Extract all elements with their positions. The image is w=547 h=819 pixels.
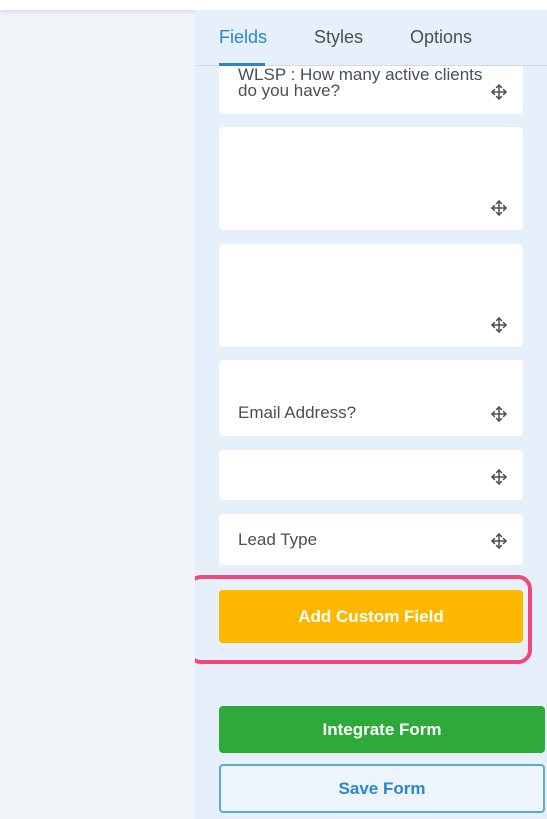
tab-fields[interactable]: Fields <box>219 27 267 48</box>
field-label-line2: do you have? <box>238 81 341 100</box>
field-card[interactable]: Email Address? <box>219 360 523 436</box>
move-icon[interactable] <box>490 532 508 550</box>
tab-options[interactable]: Options <box>410 27 472 48</box>
add-custom-field-button[interactable]: Add Custom Field <box>219 590 523 643</box>
top-bar <box>0 0 547 10</box>
move-icon[interactable] <box>490 316 508 334</box>
integrate-form-button[interactable]: Integrate Form <box>219 706 545 753</box>
field-label: Email Address? <box>238 403 357 422</box>
active-tab-indicator <box>219 63 265 66</box>
field-label: Lead Type <box>238 530 318 549</box>
save-form-button[interactable]: Save Form <box>219 764 545 813</box>
tab-styles[interactable]: Styles <box>314 27 363 48</box>
field-card[interactable] <box>219 450 523 500</box>
field-card[interactable] <box>219 127 523 230</box>
move-icon[interactable] <box>490 83 508 101</box>
move-icon[interactable] <box>490 405 508 423</box>
field-card[interactable]: Lead Type <box>219 514 523 565</box>
move-icon[interactable] <box>490 468 508 486</box>
panel-tabs: Fields Styles Options <box>195 10 547 66</box>
field-card[interactable] <box>219 244 523 347</box>
form-preview-canvas <box>0 10 195 819</box>
move-icon[interactable] <box>490 199 508 217</box>
form-builder-panel: Fields Styles Options WLSP : How many ac… <box>195 10 547 819</box>
